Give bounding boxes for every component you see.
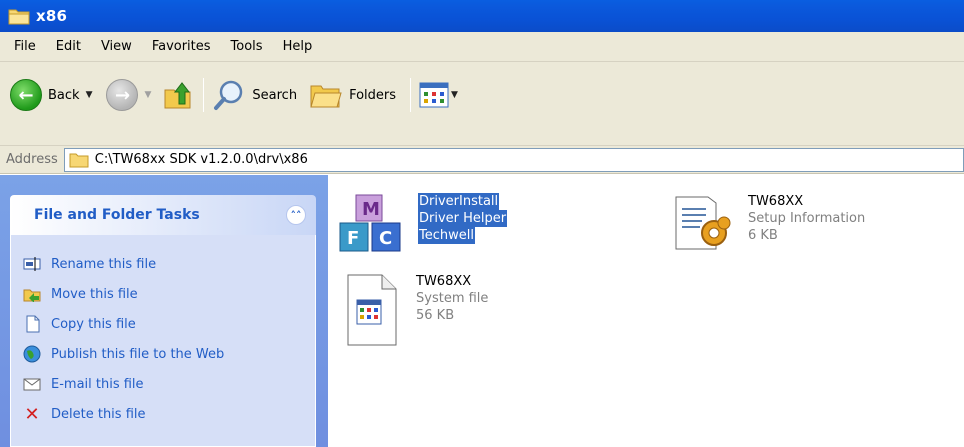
back-dropdown-icon[interactable]: ▼	[86, 90, 93, 100]
task-list: Rename this file Move this file Copy thi…	[10, 235, 316, 447]
file-name: TW68XX	[748, 194, 804, 209]
menu-favorites[interactable]: Favorites	[142, 39, 221, 54]
folder-icon	[69, 153, 89, 167]
file-size: 6 KB	[748, 228, 778, 243]
svg-text:M: M	[362, 199, 380, 220]
folder-icon	[8, 9, 30, 25]
file-view: M F C DriverInstall Driver Helper Techwe…	[328, 175, 964, 447]
copy-icon	[23, 315, 41, 333]
forward-arrow-icon: →	[106, 79, 139, 111]
task-panel-header[interactable]: File and Folder Tasks ˄˄	[10, 195, 316, 235]
system-file-icon	[347, 274, 397, 346]
folders-icon	[310, 85, 342, 108]
setup-info-icon	[675, 196, 731, 250]
file-item[interactable]: TW68XX Setup Information 6 KB	[670, 193, 865, 255]
toolbar: ← Back ▼ → ▼ Search Folders ▼	[0, 62, 964, 146]
email-icon	[23, 375, 41, 393]
task-delete[interactable]: ✕ Delete this file	[11, 399, 315, 429]
task-move[interactable]: Move this file	[11, 279, 315, 309]
file-description: Driver Helper	[418, 210, 508, 227]
file-item[interactable]: M F C DriverInstall Driver Helper Techwe…	[332, 193, 508, 261]
task-label: Delete this file	[51, 406, 146, 422]
window-title: x86	[36, 7, 68, 25]
mfc-app-icon: M F C	[339, 194, 401, 252]
task-panel-title: File and Folder Tasks	[34, 207, 200, 223]
back-label: Back	[48, 87, 80, 103]
task-publish-web[interactable]: Publish this file to the Web	[11, 339, 315, 369]
views-dropdown-icon[interactable]: ▼	[451, 90, 458, 100]
address-input[interactable]: C:\TW68xx SDK v1.2.0.0\drv\x86	[63, 147, 964, 172]
back-arrow-icon: ←	[10, 79, 42, 111]
address-bar: Address C:\TW68xx SDK v1.2.0.0\drv\x86	[0, 146, 964, 174]
svg-text:F: F	[347, 228, 359, 249]
folders-label: Folders	[349, 87, 397, 103]
file-name: TW68XX	[416, 274, 472, 289]
task-rename[interactable]: Rename this file	[11, 249, 315, 279]
file-name: DriverInstall	[418, 193, 500, 210]
web-publish-icon	[23, 345, 41, 363]
search-label: Search	[252, 87, 298, 103]
search-icon	[214, 80, 243, 110]
task-pane: File and Folder Tasks ˄˄ Rename this fil…	[0, 175, 328, 447]
file-type: Setup Information	[748, 211, 866, 226]
forward-button[interactable]: → ▼	[106, 75, 151, 115]
views-icon	[419, 82, 449, 108]
toolbar-separator	[410, 78, 412, 112]
menu-tools[interactable]: Tools	[221, 39, 273, 54]
task-copy[interactable]: Copy this file	[11, 309, 315, 339]
search-button[interactable]: Search	[212, 75, 297, 115]
file-company: Techwell	[418, 227, 475, 244]
task-label: Move this file	[51, 286, 138, 302]
task-email[interactable]: E-mail this file	[11, 369, 315, 399]
file-type: System file	[416, 291, 489, 306]
svg-text:C: C	[379, 228, 392, 249]
task-label: Copy this file	[51, 316, 136, 332]
toolbar-separator	[203, 78, 205, 112]
menu-help[interactable]: Help	[273, 39, 323, 54]
file-size: 56 KB	[416, 308, 455, 323]
file-folder-tasks-panel: File and Folder Tasks ˄˄ Rename this fil…	[10, 195, 316, 447]
up-folder-button[interactable]	[161, 75, 195, 115]
title-bar: x86	[0, 0, 964, 32]
address-path: C:\TW68xx SDK v1.2.0.0\drv\x86	[94, 152, 308, 167]
menu-view[interactable]: View	[91, 39, 142, 54]
folders-button[interactable]: Folders	[309, 75, 396, 115]
back-button[interactable]: ← Back ▼	[10, 75, 92, 115]
menu-edit[interactable]: Edit	[46, 39, 91, 54]
move-icon	[23, 285, 41, 303]
delete-icon: ✕	[24, 403, 40, 425]
rename-icon	[23, 255, 41, 273]
menu-bar: File Edit View Favorites Tools Help	[0, 32, 964, 62]
up-folder-icon	[164, 82, 191, 109]
task-label: E-mail this file	[51, 376, 144, 392]
task-label: Rename this file	[51, 256, 157, 272]
address-label: Address	[6, 152, 58, 167]
menu-file[interactable]: File	[4, 39, 46, 54]
task-label: Publish this file to the Web	[51, 346, 225, 362]
file-item[interactable]: TW68XX System file 56 KB	[344, 273, 488, 349]
forward-dropdown-icon[interactable]: ▼	[144, 90, 151, 100]
collapse-chevron-icon[interactable]: ˄˄	[286, 205, 306, 225]
views-button[interactable]: ▼	[419, 75, 458, 115]
